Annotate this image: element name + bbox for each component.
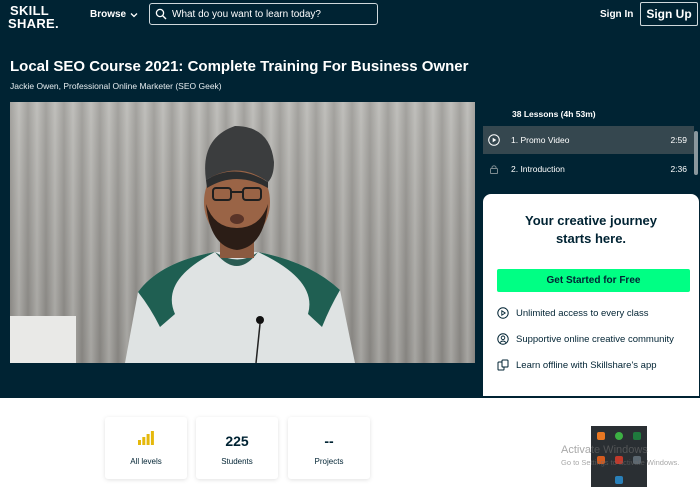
activate-windows-title: Activate Windows <box>561 444 648 456</box>
stat-label: All levels <box>130 457 162 466</box>
sign-up-button[interactable]: Sign Up <box>640 2 698 26</box>
feature-text: Unlimited access to every class <box>516 307 649 319</box>
lock-icon <box>490 165 498 174</box>
tray-app-icon[interactable] <box>615 432 623 440</box>
signup-card: Your creative journey starts here. Get S… <box>483 194 699 396</box>
activate-windows-subtitle: Go to Settings to activate Windows. <box>561 458 680 467</box>
card-headline-line-1: Your creative journey <box>525 213 657 228</box>
play-circle-icon <box>497 307 509 319</box>
search-bar[interactable] <box>149 3 378 25</box>
lesson-name: 1. Promo Video <box>511 135 570 145</box>
play-icon <box>488 134 500 146</box>
lesson-duration: 2:59 <box>670 135 687 145</box>
feature-community: Supportive online creative community <box>497 333 674 345</box>
stat-projects: -- Projects <box>288 417 370 479</box>
get-started-button[interactable]: Get Started for Free <box>497 269 690 292</box>
lessons-scrollbar[interactable] <box>694 131 698 175</box>
sign-in-link[interactable]: Sign In <box>600 9 633 20</box>
stat-label: Projects <box>314 457 344 466</box>
browse-label: Browse <box>90 9 127 20</box>
tray-app-icon[interactable] <box>615 476 623 484</box>
feature-text: Learn offline with Skillshare's app <box>516 359 657 371</box>
user-icon <box>497 333 509 345</box>
lessons-count-header: 38 Lessons (4h 53m) <box>512 109 596 119</box>
stat-value: 225 <box>225 433 249 449</box>
stat-students: 225 Students <box>196 417 278 479</box>
video-player[interactable] <box>10 102 475 363</box>
search-input[interactable] <box>172 8 372 20</box>
browse-menu[interactable]: Browse <box>90 9 139 20</box>
skillshare-logo[interactable]: SKILL SHARE. <box>8 4 70 32</box>
level-bars-icon <box>138 431 154 445</box>
tray-app-icon[interactable] <box>597 432 605 440</box>
stat-level: All levels <box>105 417 187 479</box>
logo-line-2: SHARE. <box>8 16 59 31</box>
feature-text: Supportive online creative community <box>516 333 674 345</box>
lesson-duration: 2:36 <box>670 164 687 174</box>
lesson-name: 2. Introduction <box>511 164 565 174</box>
video-frame-image <box>10 102 475 363</box>
chevron-down-icon <box>130 12 138 17</box>
search-icon <box>155 8 167 20</box>
devices-icon <box>497 359 509 371</box>
course-author[interactable]: Jackie Owen, Professional Online Markete… <box>10 81 222 91</box>
lesson-item-promo-video[interactable]: 1. Promo Video 2:59 <box>483 126 694 154</box>
card-headline-line-2: starts here. <box>555 231 627 246</box>
stat-label: Students <box>221 457 253 466</box>
course-title: Local SEO Course 2021: Complete Training… <box>10 58 469 75</box>
feature-offline: Learn offline with Skillshare's app <box>497 359 657 371</box>
lesson-item-introduction[interactable]: 2. Introduction 2:36 <box>483 155 694 183</box>
feature-unlimited-access: Unlimited access to every class <box>497 307 649 319</box>
stat-value: -- <box>324 433 334 449</box>
windows-tray-popup[interactable] <box>591 426 647 487</box>
tray-app-icon[interactable] <box>633 432 641 440</box>
hero-section: SKILL SHARE. Browse Sign In Sign Up Loca… <box>0 0 700 398</box>
